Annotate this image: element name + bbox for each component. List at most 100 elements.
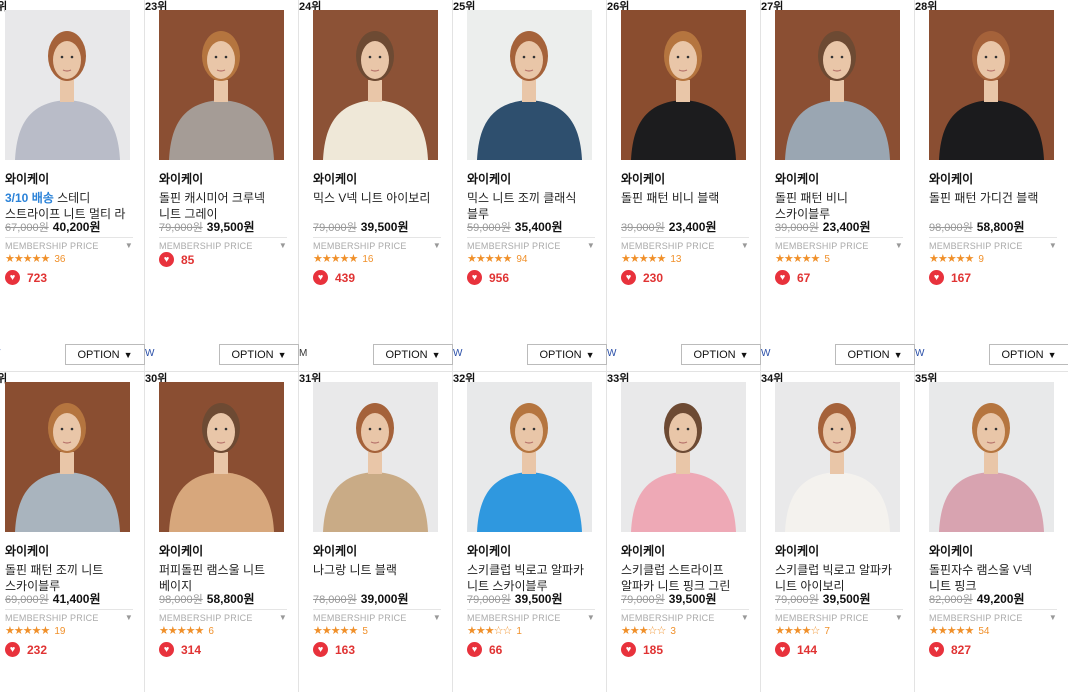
like-button[interactable]: ♥ 827 [929, 642, 971, 657]
product-card[interactable]: 2위 와이케이 3/10 배송 스테디 스트라이프 니트 멀티 라 67,000… [0, 0, 145, 372]
product-card[interactable]: 24위 와이케이 믹스 V넥 니트 아이보리 79,000원 39,500원 ME… [299, 0, 453, 372]
like-button[interactable]: ♥ 232 [5, 642, 47, 657]
product-image[interactable] [313, 10, 438, 160]
product-card[interactable]: 35위 와이케이 돌핀자수 램스울 V넥 니트 핑크 82,000원 49,200… [915, 372, 1068, 692]
product-card[interactable]: 28위 와이케이 돌핀 패턴 가디건 블랙 98,000원 58,800원 MEM… [915, 0, 1068, 372]
option-button[interactable]: OPTION ▼ [681, 344, 761, 365]
membership-price-toggle[interactable]: MEMBERSHIP PRICE ▼ [159, 237, 287, 251]
price-block: 82,000원 49,200원 [929, 590, 1025, 607]
like-button[interactable]: ♥ 230 [621, 270, 663, 285]
like-button[interactable]: ♥ 185 [621, 642, 663, 657]
product-row: 9위 와이케이 돌핀 패턴 조끼 니트 스카이블루 69,000원41,400원… [0, 372, 1068, 692]
product-image[interactable] [467, 10, 592, 160]
product-card[interactable]: 23위 와이케이 돌핀 캐시미어 크루넥 니트 그레이 79,000원 39,50… [145, 0, 299, 372]
sale-price: 39,500원 [668, 592, 717, 606]
like-button[interactable]: ♥ 723 [5, 270, 47, 285]
product-name-text: 돌핀 캐시미어 크루넥 니트 그레이 [159, 191, 266, 221]
like-button[interactable]: ♥ 314 [159, 642, 201, 657]
caret-down-icon: ▼ [124, 613, 133, 622]
membership-price-toggle[interactable]: MEMBERSHIP PRICE ▼ [467, 609, 595, 623]
product-image[interactable] [621, 10, 746, 160]
membership-price-toggle[interactable]: MEMBERSHIP PRICE ▼ [775, 609, 903, 623]
product-card[interactable]: 25위 와이케이 믹스 니트 조끼 클래식 블루 59,000원 35,400원 … [453, 0, 607, 372]
product-image[interactable] [775, 382, 900, 532]
product-image[interactable] [313, 382, 438, 532]
product-image[interactable] [775, 10, 900, 160]
product-name-text: 돌핀자수 램스울 V넥 니트 핑크 [929, 563, 1032, 593]
caret-down-icon: ▼ [432, 241, 441, 250]
brand-name[interactable]: 와이케이 [159, 542, 203, 559]
membership-price-toggle[interactable]: MEMBERSHIP PRICE ▼ [159, 609, 287, 623]
sale-price: 58,800원 [206, 592, 255, 606]
product-image[interactable] [159, 10, 284, 160]
rating: ★★★★★ 13 [621, 252, 681, 265]
brand-name[interactable]: 와이케이 [467, 542, 511, 559]
price-block: 79,000원 39,500원 [775, 590, 871, 607]
gender-label: W [145, 348, 155, 359]
membership-label: MEMBERSHIP PRICE [467, 613, 561, 623]
membership-label: MEMBERSHIP PRICE [775, 241, 869, 251]
membership-price-toggle[interactable]: MEMBERSHIP PRICE ▼ [313, 609, 441, 623]
membership-price-toggle[interactable]: MEMBERSHIP PRICE ▼ [621, 237, 749, 251]
product-card[interactable]: 34위 와이케이 스키클럽 빅로고 알파카 니트 아이보리 79,000원 39,… [761, 372, 915, 692]
rating: ★★★★★ 9 [929, 252, 984, 265]
like-button[interactable]: ♥ 163 [313, 642, 355, 657]
membership-label: MEMBERSHIP PRICE [313, 241, 407, 251]
brand-name[interactable]: 와이케이 [467, 170, 511, 187]
option-button[interactable]: OPTION ▼ [219, 344, 299, 365]
brand-name[interactable]: 와이케이 [313, 542, 357, 559]
original-price: 59,000원 [467, 222, 511, 234]
product-image[interactable] [159, 382, 284, 532]
like-button[interactable]: ♥ 144 [775, 642, 817, 657]
rating-stars: ★★★☆☆ [467, 625, 512, 637]
membership-price-toggle[interactable]: MEMBERSHIP PRICE ▼ [929, 237, 1057, 251]
membership-price-toggle[interactable]: MEMBERSHIP PRICE ▼ [5, 609, 133, 623]
product-card[interactable]: 9위 와이케이 돌핀 패턴 조끼 니트 스카이블루 69,000원41,400원… [0, 372, 145, 692]
membership-price-toggle[interactable]: MEMBERSHIP PRICE ▼ [467, 237, 595, 251]
product-image[interactable] [621, 382, 746, 532]
brand-name[interactable]: 와이케이 [929, 170, 973, 187]
option-button[interactable]: OPTION ▼ [989, 344, 1068, 365]
brand-name[interactable]: 와이케이 [775, 170, 819, 187]
brand-name[interactable]: 와이케이 [5, 170, 49, 187]
brand-name[interactable]: 와이케이 [159, 170, 203, 187]
option-button[interactable]: OPTION ▼ [527, 344, 607, 365]
product-name-text: 믹스 니트 조끼 클래식 블루 [467, 191, 577, 221]
product-card[interactable]: 32위 와이케이 스키클럽 빅로고 알파카 니트 스카이블루 79,000원 39… [453, 372, 607, 692]
product-card[interactable]: 27위 와이케이 돌핀 패턴 비니 스카이블루 39,000원 23,400원 M… [761, 0, 915, 372]
membership-label: MEMBERSHIP PRICE [313, 613, 407, 623]
product-card[interactable]: 26위 와이케이 돌핀 패턴 비니 블랙 39,000원 23,400원 MEMB… [607, 0, 761, 372]
membership-price-toggle[interactable]: MEMBERSHIP PRICE ▼ [621, 609, 749, 623]
rating: ★★★★★ 19 [5, 624, 65, 637]
membership-price-toggle[interactable]: MEMBERSHIP PRICE ▼ [313, 237, 441, 251]
product-image[interactable] [5, 382, 130, 532]
option-button[interactable]: OPTION ▼ [835, 344, 915, 365]
like-button[interactable]: ♥ 85 [159, 252, 194, 267]
product-card[interactable]: 31위 와이케이 나그랑 니트 블랙 78,000원 39,000원 MEMBER… [299, 372, 453, 692]
product-image[interactable] [467, 382, 592, 532]
brand-name[interactable]: 와이케이 [621, 542, 665, 559]
brand-name[interactable]: 와이케이 [621, 170, 665, 187]
option-button[interactable]: OPTION ▼ [65, 344, 145, 365]
product-card[interactable]: 30위 와이케이 퍼피돌핀 램스울 니트 베이지 98,000원 58,800원 … [145, 372, 299, 692]
product-image[interactable] [5, 10, 130, 160]
like-button[interactable]: ♥ 956 [467, 270, 509, 285]
product-image[interactable] [929, 10, 1054, 160]
membership-price-toggle[interactable]: MEMBERSHIP PRICE ▼ [5, 237, 133, 251]
like-button[interactable]: ♥ 167 [929, 270, 971, 285]
option-label: OPTION [385, 348, 428, 361]
membership-price-toggle[interactable]: MEMBERSHIP PRICE ▼ [775, 237, 903, 251]
brand-name[interactable]: 와이케이 [775, 542, 819, 559]
brand-name[interactable]: 와이케이 [313, 170, 357, 187]
like-button[interactable]: ♥ 66 [467, 642, 502, 657]
membership-price-toggle[interactable]: MEMBERSHIP PRICE ▼ [929, 609, 1057, 623]
price-block: 98,000원 58,800원 [929, 218, 1025, 235]
option-button[interactable]: OPTION ▼ [373, 344, 453, 365]
like-button[interactable]: ♥ 67 [775, 270, 810, 285]
product-image[interactable] [929, 382, 1054, 532]
brand-name[interactable]: 와이케이 [5, 542, 49, 559]
like-button[interactable]: ♥ 439 [313, 270, 355, 285]
brand-name[interactable]: 와이케이 [929, 542, 973, 559]
product-card[interactable]: 33위 와이케이 스키클럽 스트라이프 알파카 니트 핑크 그린 79,000원… [607, 372, 761, 692]
original-price: 79,000원 [775, 594, 819, 606]
